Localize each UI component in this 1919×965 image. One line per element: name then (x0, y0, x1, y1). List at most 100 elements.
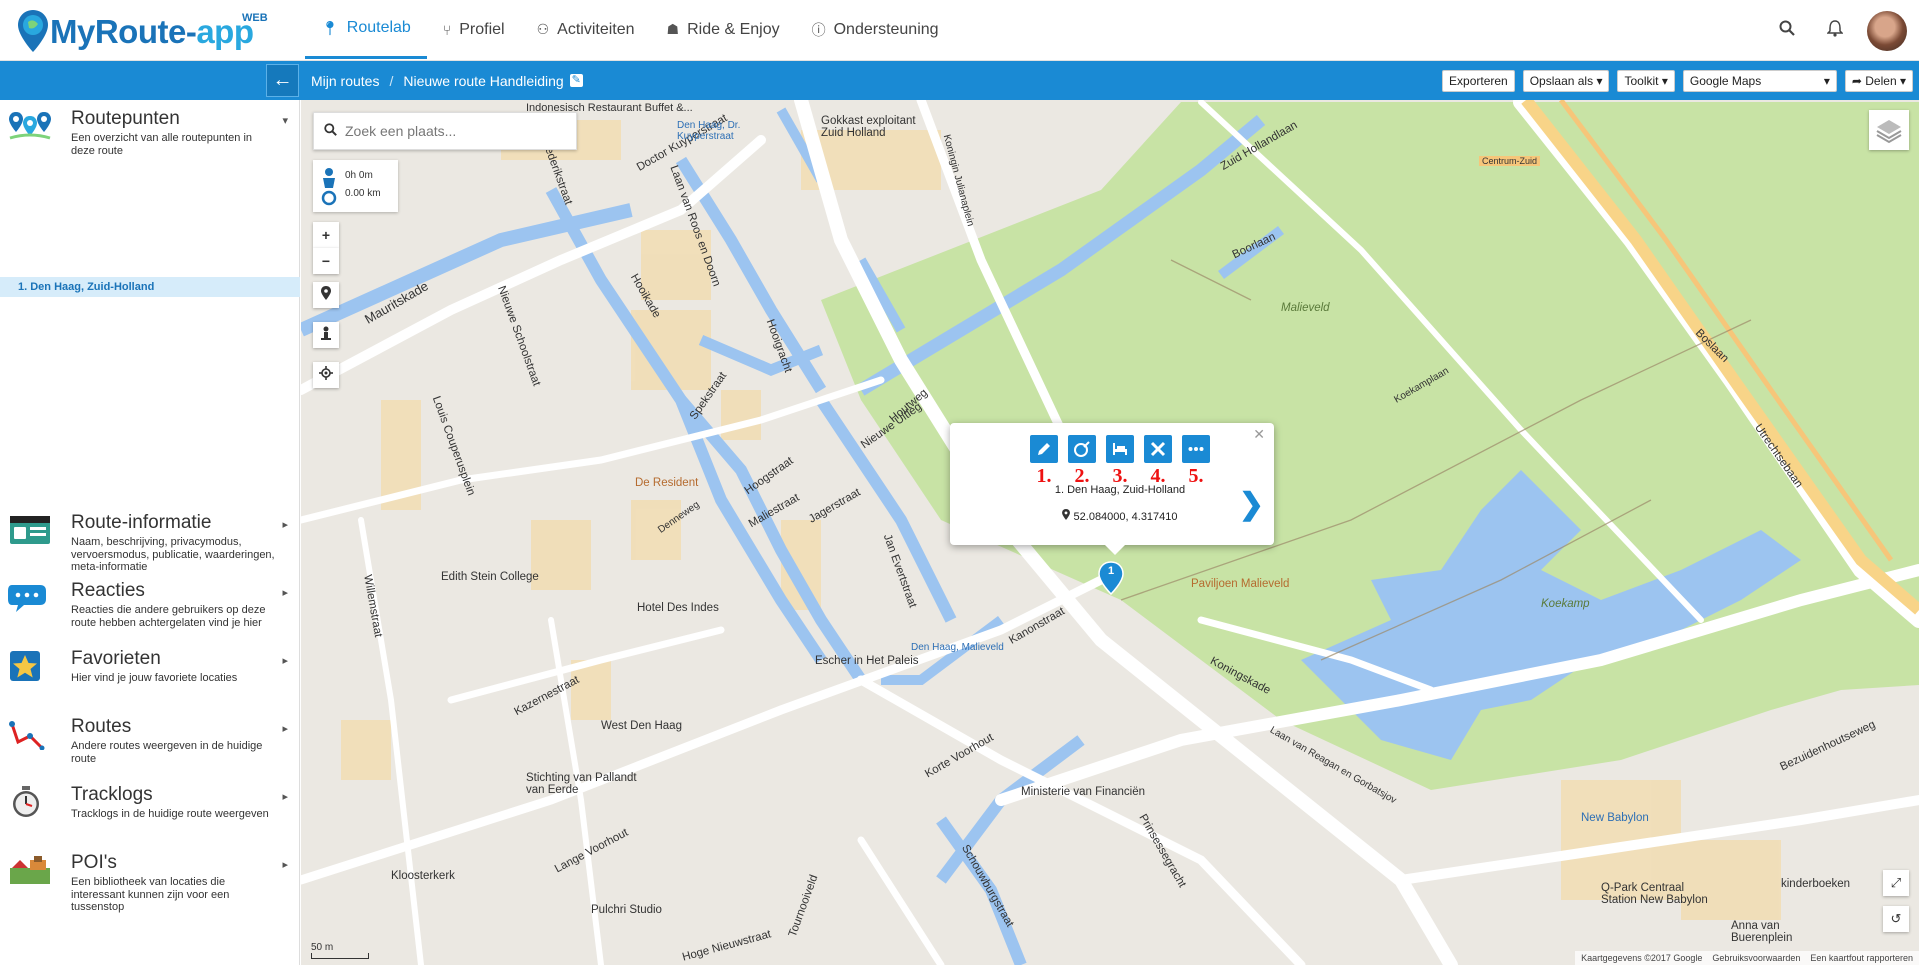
app-logo[interactable]: MyRoute-app WEB (14, 8, 268, 54)
rotate-icon: ↺ (1890, 911, 1902, 926)
locate-pin-button[interactable] (313, 282, 339, 308)
edit-icon (1038, 443, 1050, 455)
toolkit-label: Toolkit (1624, 74, 1659, 88)
edit-routepoint-button[interactable]: 1. (1030, 435, 1058, 488)
nav-label: Profiel (459, 20, 505, 38)
save-as-button[interactable]: Opslaan als ▾ (1522, 70, 1610, 92)
map-label: Q-Park Centraal Station New Babylon (1601, 882, 1708, 906)
map-scale: 50 m (311, 942, 369, 959)
report-error-link[interactable]: Een kaartfout rapporteren (1810, 951, 1913, 965)
zoom-out-button[interactable]: − (313, 248, 339, 274)
delete-routepoint-button[interactable]: 4. (1144, 435, 1172, 488)
route-toolbar: ← Mijn routes / Nieuwe route Handleiding… (0, 61, 1919, 100)
search-nearby-icon (1074, 441, 1090, 457)
search-icon[interactable] (1763, 20, 1811, 41)
reset-rotation-button[interactable]: ↺ (1883, 906, 1909, 932)
avatar[interactable] (1867, 10, 1907, 51)
map-label: Centrum-Zuid (1479, 156, 1541, 166)
sidebar: Routepunten Een overzicht van alle route… (0, 100, 300, 965)
section-reacties[interactable]: Reacties Reacties die andere gebruikers … (0, 580, 300, 630)
toolkit-button[interactable]: Toolkit ▾ (1617, 70, 1675, 92)
nav-label: Ride & Enjoy (687, 20, 780, 38)
close-icon[interactable]: ✕ (1253, 426, 1265, 443)
brand-main: MyRoute- (50, 13, 197, 50)
map-canvas[interactable]: Doctor Kuyperstraat Den Haag, Dr. Kuyper… (301, 100, 1919, 965)
map-label: Pulchri Studio (591, 904, 662, 916)
map-label: Gokkast exploitant Zuid Holland (821, 115, 916, 139)
trophy-icon: ☗ (666, 21, 680, 37)
section-title: Favorieten (71, 648, 161, 669)
section-description: Naam, beschrijving, privacymodus, vervoe… (71, 536, 275, 573)
person-icon (321, 326, 331, 340)
chevron-right-icon[interactable]: ❯ (1239, 487, 1264, 522)
map-attribution: Kaartgegevens ©2017 Google Gebruiksvoorw… (1575, 951, 1919, 965)
hotel-button[interactable]: 3. (1106, 435, 1134, 488)
section-description: Reacties die andere gebruikers op deze r… (71, 604, 266, 629)
save-as-label: Opslaan als (1529, 74, 1594, 88)
caret-right-icon: ▸ (282, 587, 288, 599)
breadcrumb: Mijn routes / Nieuwe route Handleiding ✎ (311, 61, 583, 100)
caret-down-icon: ▾ (1661, 74, 1668, 88)
section-pois[interactable]: POI's Een bibliotheek van locaties die i… (0, 852, 300, 913)
section-route-informatie[interactable]: Route-informatie Naam, beschrijving, pri… (0, 512, 300, 573)
map-label: Paviljoen Malieveld (1191, 578, 1290, 590)
motorcycle-icon (321, 168, 337, 206)
section-description: Een overzicht van alle routepunten in de… (71, 132, 253, 157)
map-label: Edith Stein College (441, 571, 539, 583)
popup-actions: 1. 2. 3. 4. 5. (1030, 435, 1210, 488)
map-label: Den Haag, Dr. Kuyperstraat (677, 120, 741, 142)
logo-pin-icon (18, 10, 48, 52)
map-provider-select[interactable]: Google Maps ▾ (1682, 70, 1837, 92)
section-title: Tracklogs (71, 784, 153, 805)
routepoint-item[interactable]: 1. Den Haag, Zuid-Holland (0, 277, 300, 297)
map-label: West Den Haag (601, 720, 682, 732)
caret-down-icon: ▾ (1823, 74, 1830, 88)
crosshair-icon (319, 366, 333, 380)
share-button[interactable]: ➦ Delen ▾ (1844, 70, 1913, 92)
fullscreen-button[interactable]: ⤢ (1883, 870, 1909, 896)
section-routes[interactable]: Routes Andere routes weergeven in de hui… (0, 716, 300, 766)
nav-label: Ondersteuning (833, 20, 939, 38)
export-button[interactable]: Exporteren (1442, 70, 1515, 92)
bell-icon[interactable] (1811, 19, 1859, 42)
section-tracklogs[interactable]: Tracklogs Tracklogs in de huidige route … (0, 784, 300, 824)
map-label: Stichting van Pallandt van Eerde (526, 772, 637, 796)
zoom-in-button[interactable]: + (313, 222, 339, 248)
scale-label: 50 m (311, 942, 334, 953)
breadcrumb-separator: / (389, 72, 394, 89)
map-label: Malieveld (1281, 302, 1330, 314)
share-label: Delen (1865, 74, 1897, 88)
routepoint-marker[interactable]: 1 (1098, 561, 1124, 596)
marker-number: 1 (1107, 565, 1115, 577)
section-title: Reacties (71, 580, 145, 601)
section-description: Tracklogs in de huidige route weergeven (71, 808, 269, 820)
collapse-sidebar-button[interactable]: ← (266, 64, 299, 97)
section-title: Routes (71, 716, 132, 737)
search-nearby-button[interactable]: 2. (1068, 435, 1096, 488)
nav-profiel[interactable]: ⑂ Profiel (427, 0, 521, 59)
search-icon (324, 123, 337, 139)
section-favorieten[interactable]: Favorieten Hier vind je jouw favoriete l… (0, 648, 300, 688)
share-arrow-icon: ➦ (1851, 74, 1862, 88)
breadcrumb-root[interactable]: Mijn routes (311, 73, 379, 89)
more-options-button[interactable]: 5. (1182, 435, 1210, 488)
nav-routelab[interactable]: 📍︎ Routelab (305, 0, 427, 59)
star-icon (10, 651, 40, 681)
hotel-icon (1113, 443, 1127, 455)
caret-right-icon: ▸ (282, 723, 288, 735)
section-routepunten[interactable]: Routepunten Een overzicht van alle route… (0, 108, 300, 168)
street-view-button[interactable] (313, 322, 339, 348)
terms-link[interactable]: Gebruiksvoorwaarden (1712, 951, 1800, 965)
edit-name-icon[interactable]: ✎ (569, 74, 583, 87)
map-label: Kloosterkerk (391, 870, 455, 882)
nav-ride-enjoy[interactable]: ☗ Ride & Enjoy (651, 0, 796, 59)
search-input[interactable] (345, 123, 545, 139)
expand-icon: ⤢ (1890, 875, 1902, 890)
caret-down-icon: ▾ (1899, 74, 1906, 88)
routepoints-icon (9, 112, 51, 140)
comments-icon (8, 585, 46, 612)
nav-ondersteuning[interactable]: ⓘ Ondersteuning (796, 0, 955, 59)
map-layers-button[interactable] (1869, 110, 1909, 150)
nav-activiteiten[interactable]: ⚇ Activiteiten (521, 0, 651, 59)
recenter-button[interactable] (313, 362, 339, 388)
